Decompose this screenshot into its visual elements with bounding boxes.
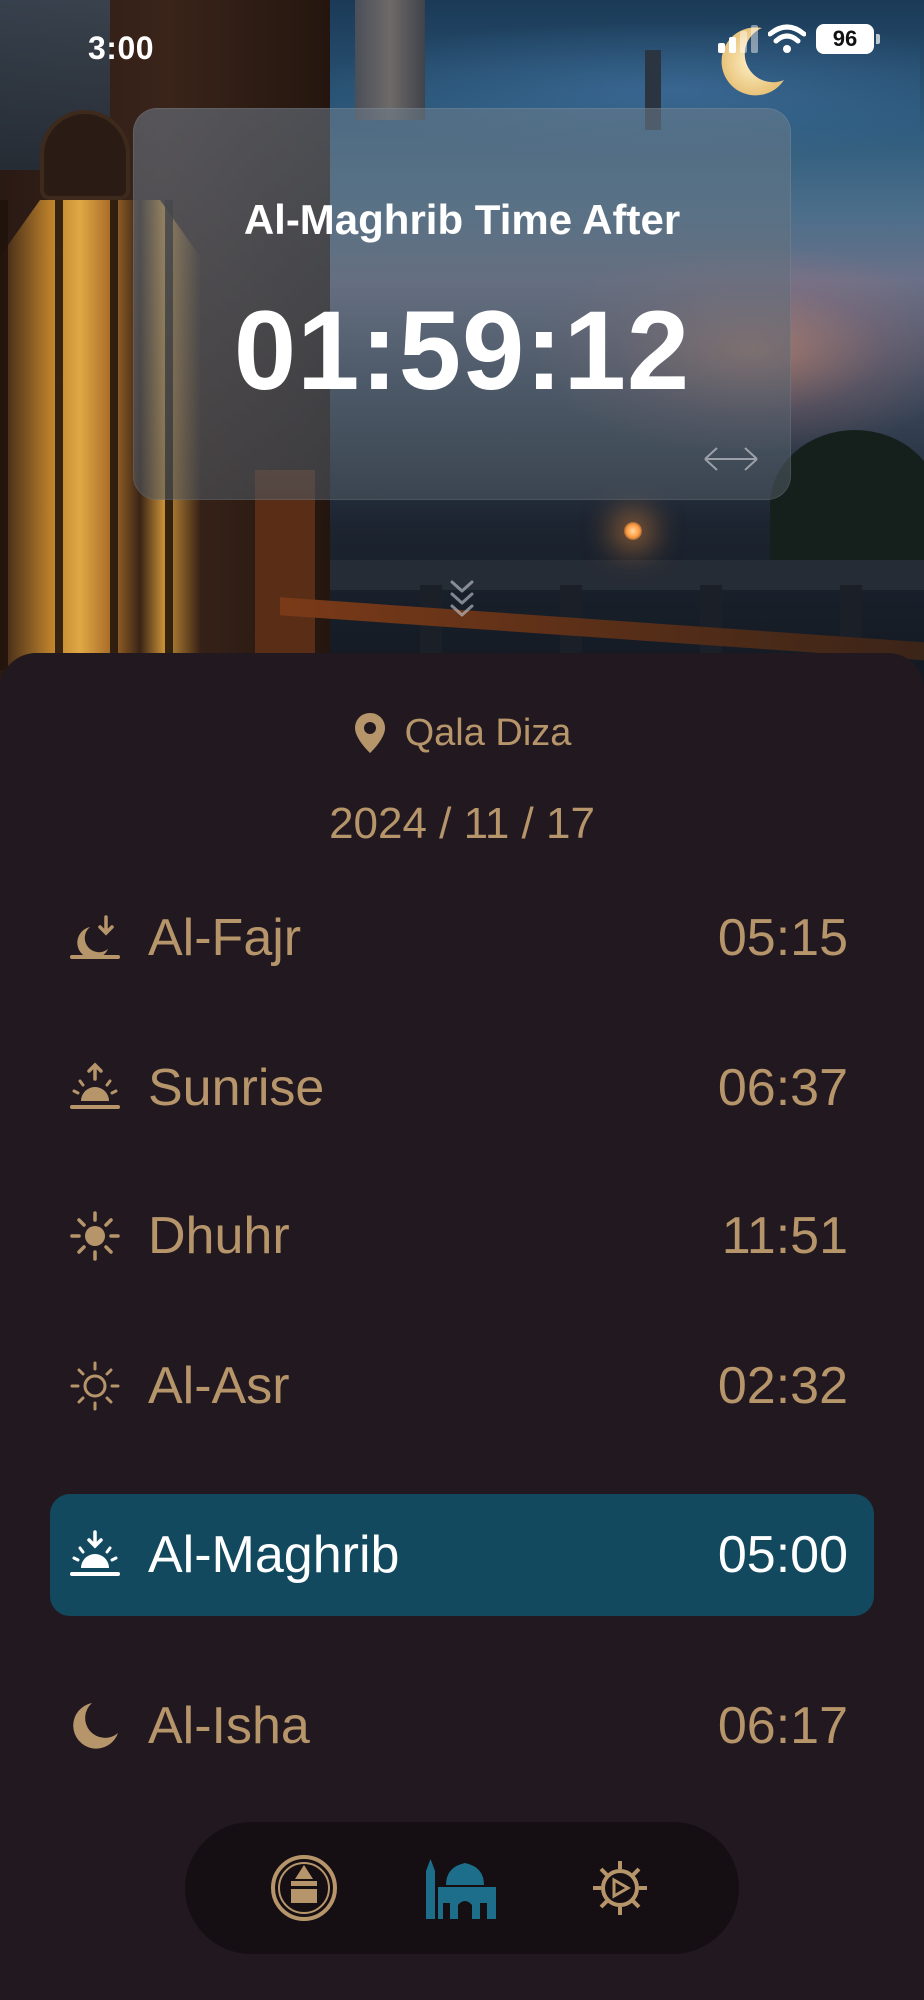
gear-icon: [593, 1861, 647, 1915]
battery-indicator: 96: [816, 24, 880, 54]
prayer-name: Al-Maghrib: [148, 1526, 400, 1584]
prayer-row-sunrise[interactable]: Sunrise 06:37: [50, 1027, 874, 1149]
prayer-row-asr[interactable]: Al-Asr 02:32: [50, 1325, 874, 1447]
map-pin-icon: [354, 713, 385, 753]
prayer-name: Al-Fajr: [148, 909, 302, 967]
countdown-card[interactable]: Al-Maghrib Time After 01:59:12: [133, 108, 791, 500]
sun-outline-icon: [70, 1361, 120, 1411]
lantern-cap: [40, 110, 130, 200]
countdown-timer: 01:59:12: [233, 288, 691, 413]
prayer-time: 06:37: [717, 1059, 848, 1117]
expand-chevron-icon[interactable]: [447, 578, 477, 622]
wooden-ledge: [280, 597, 924, 661]
swap-arrows-icon[interactable]: [701, 442, 761, 476]
prayer-row-maghrib[interactable]: Al-Maghrib 05:00: [50, 1494, 874, 1616]
tab-qibla[interactable]: [262, 1846, 346, 1930]
sunset-icon: [70, 1530, 120, 1576]
prayer-row-isha[interactable]: Al-Isha 06:17: [50, 1665, 874, 1787]
moon-icon: [73, 1703, 118, 1749]
prayer-row-dhuhr[interactable]: Dhuhr 11:51: [50, 1175, 874, 1297]
bottom-tab-bar: [185, 1822, 739, 1954]
location-name: Qala Diza: [404, 711, 572, 754]
prayer-times-sheet: Qala Diza 2024 / 11 / 17 Al-Fajr 05:15 S…: [0, 653, 924, 2000]
fajr-moon-icon: [70, 915, 120, 959]
prayer-name: Al-Isha: [148, 1697, 310, 1755]
prayer-time: 02:32: [717, 1357, 848, 1415]
prayer-time: 11:51: [721, 1207, 848, 1265]
tab-prayer-times[interactable]: [420, 1846, 504, 1930]
signal-icon: [718, 25, 758, 53]
prayer-time: 06:17: [717, 1697, 848, 1755]
prayer-name: Sunrise: [148, 1059, 325, 1117]
wifi-icon: [768, 24, 806, 53]
prayer-name: Dhuhr: [148, 1207, 290, 1265]
balcony-railing: [310, 560, 924, 590]
tree-silhouette: [770, 430, 924, 580]
candle-light: [624, 522, 642, 540]
location-label[interactable]: Qala Diza: [0, 711, 924, 755]
sunrise-icon: [70, 1062, 120, 1109]
prayer-name: Al-Asr: [148, 1357, 290, 1415]
kaaba-compass-icon: [271, 1855, 337, 1921]
prayer-time: 05:00: [717, 1526, 848, 1584]
mosque-icon: [426, 1859, 496, 1919]
current-date: 2024 / 11 / 17: [329, 799, 595, 848]
status-icons: 96: [718, 24, 880, 54]
prayer-row-fajr[interactable]: Al-Fajr 05:15: [50, 877, 874, 999]
tab-settings[interactable]: [578, 1846, 662, 1930]
prayer-time: 05:15: [717, 909, 848, 967]
countdown-title: Al-Maghrib Time After: [243, 196, 681, 243]
status-time: 3:00: [88, 30, 155, 66]
sun-icon: [70, 1211, 120, 1261]
minaret: [355, 0, 425, 120]
